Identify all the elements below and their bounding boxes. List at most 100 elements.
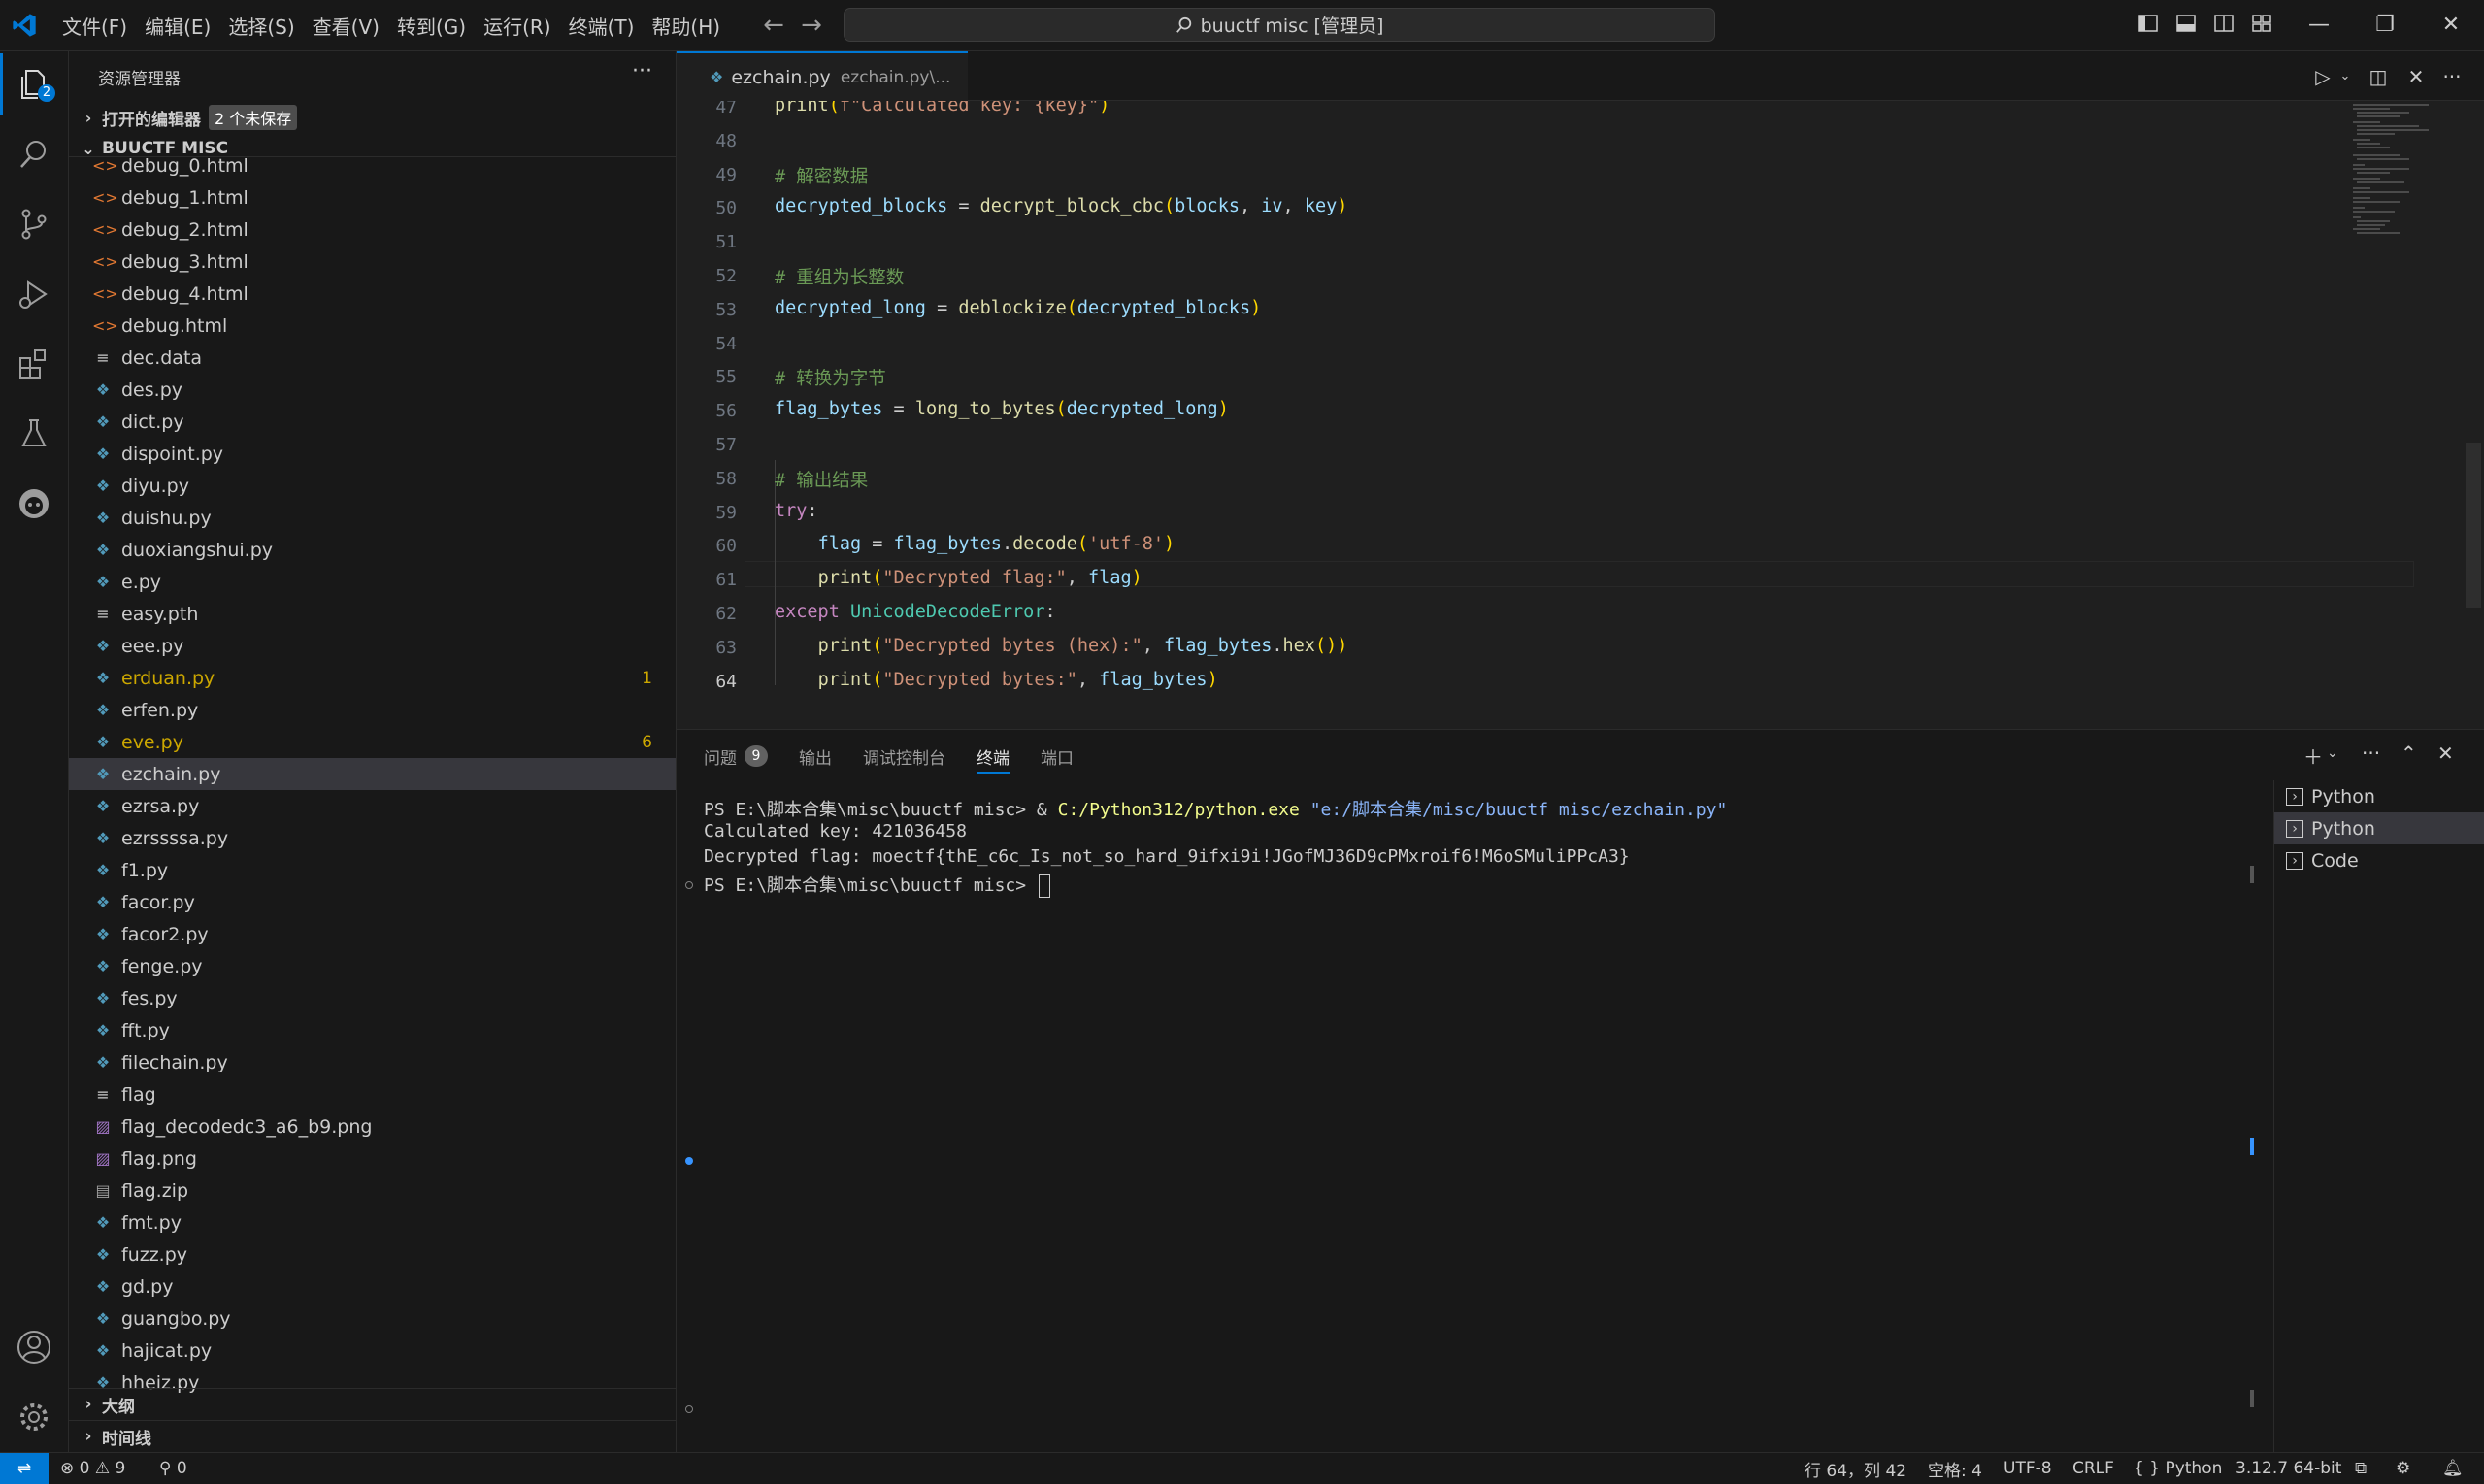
more-actions-icon[interactable]: ···: [632, 59, 652, 83]
file-item[interactable]: ▤ flag.zip: [69, 1174, 676, 1206]
file-item[interactable]: ❖ filechain.py: [69, 1046, 676, 1078]
file-item[interactable]: ❖ ezrsa.py: [69, 790, 676, 822]
file-item[interactable]: ❖ duoxiangshui.py: [69, 534, 676, 566]
terminal-output[interactable]: PS E:\脚本合集\misc\buuctf misc> & C:/Python…: [704, 796, 2218, 898]
forward-arrow-icon[interactable]: →: [798, 12, 825, 39]
file-item[interactable]: <> debug_0.html: [69, 157, 676, 181]
terminal-item[interactable]: › Python: [2274, 812, 2484, 844]
menu-edit[interactable]: 编辑(E): [145, 12, 211, 40]
copilot-icon[interactable]: ⧉: [2355, 1453, 2367, 1484]
file-item[interactable]: ❖ eee.py: [69, 630, 676, 662]
notifications-bell-icon[interactable]: 🔔︎: [2442, 1453, 2464, 1484]
file-item[interactable]: ❖ fuzz.py: [69, 1238, 676, 1270]
customize-layout-icon[interactable]: [2250, 12, 2277, 39]
terminal-dropdown-icon[interactable]: ⌄: [2327, 745, 2338, 771]
new-terminal-icon[interactable]: ＋: [2303, 742, 2323, 769]
close-window-icon[interactable]: ✕: [2434, 10, 2467, 41]
file-item[interactable]: <> debug_2.html: [69, 214, 676, 246]
file-item[interactable]: ❖ facor2.py: [69, 918, 676, 950]
menu-view[interactable]: 查看(V): [313, 12, 380, 40]
file-item[interactable]: ❖ gd.py: [69, 1270, 676, 1303]
file-item[interactable]: ▨ flag.png: [69, 1142, 676, 1174]
minimize-icon[interactable]: —: [2302, 10, 2335, 41]
ports-status[interactable]: ⚲ 0: [159, 1453, 187, 1484]
file-item[interactable]: <> debug_3.html: [69, 246, 676, 278]
extensions-icon[interactable]: [15, 345, 53, 383]
file-item[interactable]: ▨ flag_decodedc3_a6_b9.png: [69, 1110, 676, 1142]
file-item[interactable]: ❖ des.py: [69, 374, 676, 406]
editor-scrollbar[interactable]: [2466, 443, 2481, 608]
outline-header[interactable]: › 大纲: [69, 1388, 676, 1420]
file-item[interactable]: ❖ erfen.py: [69, 694, 676, 726]
menu-help[interactable]: 帮助(H): [651, 12, 720, 40]
panel-more-icon[interactable]: ···: [2362, 742, 2380, 767]
file-item[interactable]: ❖ duishu.py: [69, 502, 676, 534]
settings-gear-icon[interactable]: [15, 1398, 53, 1436]
tab-ezchain[interactable]: ❖ ezchain.py ezchain.py\...: [677, 51, 968, 101]
code-editor[interactable]: 47 print(f"Calculated key: {key}") 48 49 # 解…: [677, 101, 2484, 728]
tab-ports[interactable]: 端口: [1041, 742, 1074, 771]
back-arrow-icon[interactable]: ←: [760, 12, 787, 39]
file-item[interactable]: ≡ dec.data: [69, 342, 676, 374]
file-item[interactable]: <> debug_1.html: [69, 181, 676, 214]
split-editor-icon[interactable]: ◫: [2366, 64, 2391, 89]
menu-file[interactable]: 文件(F): [62, 12, 127, 40]
file-item[interactable]: ❖ fenge.py: [69, 950, 676, 982]
tab-terminal[interactable]: 终端: [977, 742, 1010, 774]
indentation-status[interactable]: 空格: 4: [1928, 1453, 1982, 1484]
file-item[interactable]: ❖ fes.py: [69, 982, 676, 1014]
file-item[interactable]: ❖ ezrssssa.py: [69, 822, 676, 854]
menu-run[interactable]: 运行(R): [483, 12, 551, 40]
encoding-status[interactable]: UTF-8: [2004, 1453, 2052, 1484]
file-item[interactable]: ❖ fmt.py: [69, 1206, 676, 1238]
file-item[interactable]: ❖ eve.py 6: [69, 726, 676, 758]
source-control-icon[interactable]: [15, 205, 53, 244]
file-item[interactable]: ❖ facor.py: [69, 886, 676, 918]
tab-problems[interactable]: 问题 9: [704, 742, 768, 771]
file-item[interactable]: ≡ easy.pth: [69, 598, 676, 630]
file-item[interactable]: ≡ flag: [69, 1078, 676, 1110]
language-status[interactable]: { } Python: [2134, 1453, 2222, 1484]
file-item[interactable]: <> debug_4.html: [69, 278, 676, 310]
menu-go[interactable]: 转到(G): [397, 12, 466, 40]
file-item[interactable]: ❖ dispoint.py: [69, 438, 676, 470]
close-editors-icon[interactable]: ✕: [2403, 64, 2429, 89]
file-item[interactable]: ❖ fft.py: [69, 1014, 676, 1046]
accounts-icon[interactable]: [15, 1328, 53, 1367]
command-center[interactable]: buuctf misc [管理员]: [844, 8, 1715, 42]
file-item[interactable]: <> debug.html: [69, 310, 676, 342]
restore-icon[interactable]: ❐: [2368, 10, 2401, 41]
editor-more-icon[interactable]: ···: [2439, 64, 2465, 89]
remote-indicator-icon[interactable]: ⇌: [0, 1453, 49, 1484]
file-item[interactable]: ❖ erduan.py 1: [69, 662, 676, 694]
feedback-icon[interactable]: ⚙: [2396, 1453, 2410, 1484]
tab-output[interactable]: 输出: [799, 742, 832, 771]
open-editors-header[interactable]: › 打开的编辑器 2 个未保存: [69, 102, 676, 133]
close-panel-icon[interactable]: ✕: [2437, 742, 2454, 767]
minimap[interactable]: [2351, 101, 2448, 237]
menu-selection[interactable]: 选择(S): [228, 12, 294, 40]
toggle-primary-sidebar-icon[interactable]: [2136, 12, 2164, 39]
file-item[interactable]: ❖ f1.py: [69, 854, 676, 886]
maximize-panel-icon[interactable]: ⌃: [2401, 742, 2417, 767]
cursor-position[interactable]: 行 64，列 42: [1805, 1453, 1906, 1484]
file-item[interactable]: ❖ dict.py: [69, 406, 676, 438]
remote-explorer-icon[interactable]: [15, 484, 53, 523]
run-dropdown-icon[interactable]: ⌄: [2333, 64, 2358, 89]
tab-debug-console[interactable]: 调试控制台: [863, 742, 945, 771]
interpreter-status[interactable]: 3.12.7 64-bit: [2236, 1453, 2341, 1484]
timeline-header[interactable]: › 时间线: [69, 1420, 676, 1452]
explorer-icon[interactable]: 2: [0, 53, 55, 115]
problems-status[interactable]: ⊗ 0 ⚠ 9: [60, 1453, 125, 1484]
file-item[interactable]: ❖ diyu.py: [69, 470, 676, 502]
toggle-panel-icon[interactable]: [2174, 12, 2202, 39]
run-debug-icon[interactable]: [15, 275, 53, 313]
eol-status[interactable]: CRLF: [2072, 1453, 2114, 1484]
testing-icon[interactable]: [15, 414, 53, 453]
file-item[interactable]: ❖ guangbo.py: [69, 1303, 676, 1335]
terminal-item[interactable]: › Python: [2274, 780, 2484, 812]
file-item[interactable]: ❖ e.py: [69, 566, 676, 598]
file-item[interactable]: ❖ hajicat.py: [69, 1335, 676, 1367]
menu-terminal[interactable]: 终端(T): [569, 12, 635, 40]
terminal-item[interactable]: › Code: [2274, 844, 2484, 876]
